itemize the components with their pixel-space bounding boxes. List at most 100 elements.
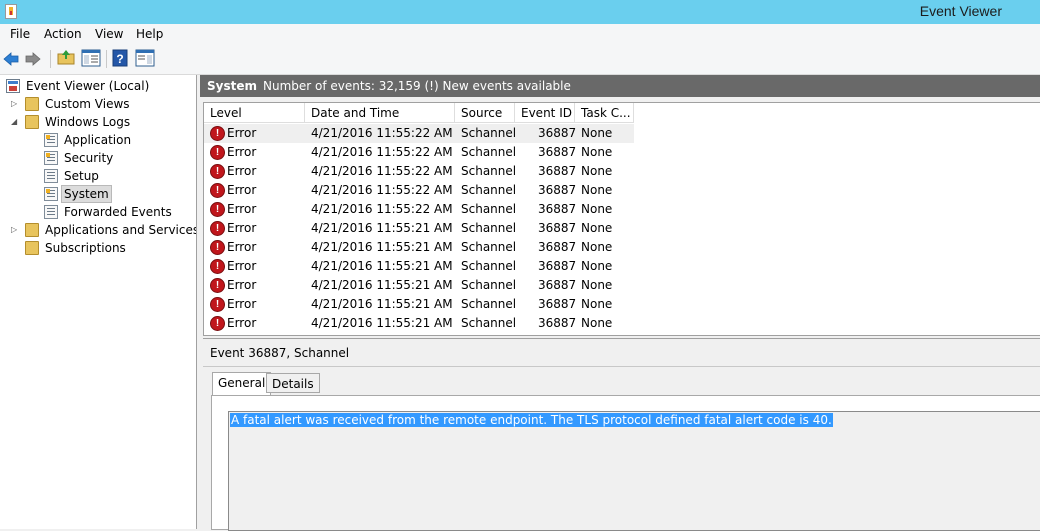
table-row[interactable]: ! Error 4/21/2016 11:55:21 AM Schannel 36887… (204, 276, 634, 295)
cell-level: Error (227, 259, 257, 273)
log-icon (44, 205, 58, 219)
table-row[interactable]: ! Error 4/21/2016 11:55:22 AM Schannel 36887… (204, 181, 634, 200)
table-row[interactable]: ! Error 4/21/2016 11:55:22 AM Schannel 36887… (204, 200, 634, 219)
tree-node-label-selected: System (61, 185, 112, 203)
up-one-level-button[interactable] (57, 49, 77, 69)
cell-event-id: 36887 (538, 297, 577, 311)
tree-node-label: Windows Logs (45, 115, 131, 129)
cell-source: Schannel (461, 240, 517, 254)
forward-button[interactable] (25, 49, 45, 69)
menu-view[interactable]: View (95, 27, 123, 41)
cell-date-time: 4/21/2016 11:55:21 AM (311, 297, 453, 311)
table-row[interactable]: ! Error 4/21/2016 11:55:21 AM Schannel 36887… (204, 219, 634, 238)
tree-node-applications-and-services[interactable]: ▷ Applications and Services Lo (8, 221, 196, 239)
table-row[interactable]: ! Error 4/21/2016 11:55:21 AM Schannel 36887… (204, 257, 634, 276)
tree-node-custom-views[interactable]: ▷ Custom Views (8, 95, 194, 113)
cell-date-time: 4/21/2016 11:55:21 AM (311, 278, 453, 292)
event-viewer-app-icon (5, 4, 17, 19)
back-button[interactable] (3, 49, 23, 69)
cell-source: Schannel (461, 126, 517, 140)
cell-event-id: 36887 (538, 126, 577, 140)
log-name: System (207, 79, 257, 93)
tree-node-system[interactable]: System (40, 185, 190, 203)
tree-node-security[interactable]: Security (44, 149, 194, 167)
help-icon: ? (112, 49, 128, 67)
column-header-source[interactable]: Source (455, 103, 515, 123)
event-detail-pane: Event 36887, Schannel General Details A … (203, 338, 1040, 531)
cell-source: Schannel (461, 164, 517, 178)
subscriptions-icon (25, 241, 39, 255)
cell-event-id: 36887 (538, 145, 577, 159)
expand-arrow-icon[interactable]: ▷ (11, 226, 19, 234)
log-icon (44, 151, 58, 165)
table-row[interactable]: ! Error 4/21/2016 11:55:22 AM Schannel 36887… (204, 143, 634, 162)
table-row[interactable]: ! Error 4/21/2016 11:55:21 AM Schannel 36887… (204, 314, 634, 333)
cell-level: Error (227, 240, 257, 254)
cell-date-time: 4/21/2016 11:55:22 AM (311, 183, 453, 197)
tree-node-label: Custom Views (45, 97, 130, 111)
cell-date-time: 4/21/2016 11:55:21 AM (311, 259, 453, 273)
collapse-arrow-icon[interactable]: ◢ (11, 118, 19, 126)
event-detail-title: Event 36887, Schannel (210, 346, 350, 360)
show-hide-console-tree-button[interactable] (81, 49, 101, 69)
tree-node-label: Applications and Services Lo (45, 223, 197, 237)
cell-event-id: 36887 (538, 183, 577, 197)
tree-node-application[interactable]: Application (44, 131, 194, 149)
log-icon (44, 133, 58, 147)
column-header-task-category[interactable]: Task C... (575, 103, 634, 123)
tree-node-label: Event Viewer (Local) (26, 79, 150, 93)
cell-source: Schannel (461, 297, 517, 311)
cell-level: Error (227, 297, 257, 311)
tree-node-label: Security (64, 151, 114, 165)
help-button[interactable]: ? (112, 49, 132, 69)
cell-source: Schannel (461, 259, 517, 273)
cell-event-id: 36887 (538, 202, 577, 216)
error-icon: ! (210, 297, 225, 312)
tree-node-setup[interactable]: Setup (44, 167, 194, 185)
event-description-text[interactable]: A fatal alert was received from the remo… (230, 413, 833, 427)
tab-general[interactable]: General (212, 372, 272, 395)
cell-date-time: 4/21/2016 11:55:22 AM (311, 164, 453, 178)
cell-source: Schannel (461, 316, 517, 330)
folder-icon (25, 223, 39, 237)
cell-task-category: None (581, 259, 613, 273)
table-row[interactable]: ! Error 4/21/2016 11:55:21 AM Schannel 36887… (204, 295, 634, 314)
menu-file[interactable]: File (10, 27, 30, 41)
cell-task-category: None (581, 316, 613, 330)
show-hide-action-pane-button[interactable] (135, 49, 155, 69)
expand-arrow-icon[interactable]: ▷ (11, 100, 19, 108)
log-icon (44, 169, 58, 183)
window-title: Event Viewer (919, 3, 1002, 19)
title-bar: Event Viewer (0, 0, 1040, 24)
tree-node-forwarded-events[interactable]: Forwarded Events (44, 203, 194, 221)
tree-node-windows-logs[interactable]: ◢ Windows Logs (8, 113, 194, 131)
error-icon: ! (210, 221, 225, 236)
tab-details[interactable]: Details (266, 373, 320, 393)
cell-source: Schannel (461, 221, 517, 235)
cell-task-category: None (581, 164, 613, 178)
table-row[interactable]: ! Error 4/21/2016 11:55:22 AM Schannel 36887… (204, 124, 634, 143)
cell-date-time: 4/21/2016 11:55:22 AM (311, 145, 453, 159)
cell-level: Error (227, 316, 257, 330)
event-description-box[interactable]: A fatal alert was received from the remo… (228, 411, 1040, 531)
cell-date-time: 4/21/2016 11:55:22 AM (311, 202, 453, 216)
error-icon: ! (210, 259, 225, 274)
show-hide-tree-icon (81, 49, 101, 67)
column-header-event-id[interactable]: Event ID (515, 103, 575, 123)
cell-source: Schannel (461, 278, 517, 292)
tree-node-label: Subscriptions (45, 241, 126, 255)
log-header-bar: System Number of events: 32,159 (!) New … (200, 75, 1040, 97)
cell-date-time: 4/21/2016 11:55:22 AM (311, 126, 453, 140)
error-icon: ! (210, 202, 225, 217)
column-header-date-time[interactable]: Date and Time (305, 103, 455, 123)
tree-node-subscriptions[interactable]: Subscriptions (8, 239, 194, 257)
show-hide-action-pane-icon (135, 49, 155, 67)
tree-node-event-viewer-local[interactable]: Event Viewer (Local) (6, 77, 194, 95)
cell-task-category: None (581, 202, 613, 216)
table-row[interactable]: ! Error 4/21/2016 11:55:21 AM Schannel 36887… (204, 238, 634, 257)
column-header-level[interactable]: Level (204, 103, 305, 123)
cell-date-time: 4/21/2016 11:55:21 AM (311, 240, 453, 254)
table-row[interactable]: ! Error 4/21/2016 11:55:22 AM Schannel 36887… (204, 162, 634, 181)
menu-help[interactable]: Help (136, 27, 163, 41)
menu-action[interactable]: Action (44, 27, 82, 41)
